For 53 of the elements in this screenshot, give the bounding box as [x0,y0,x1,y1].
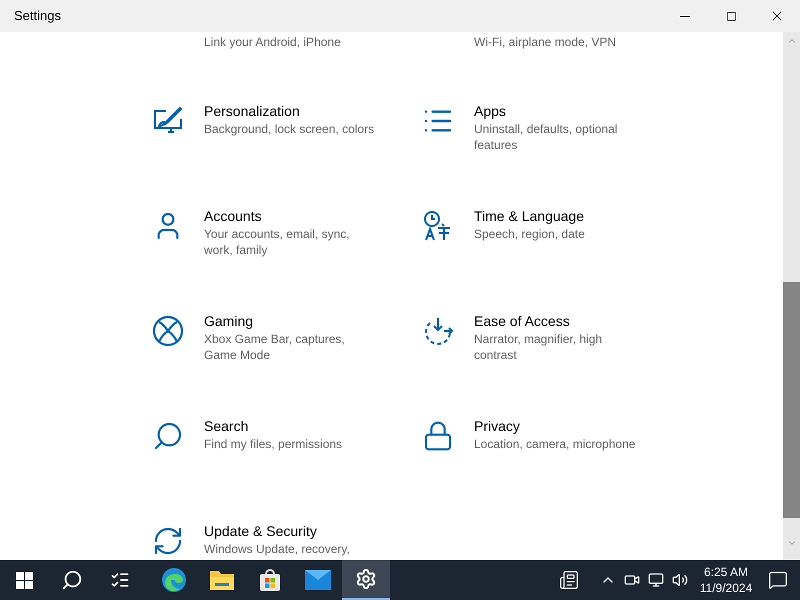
settings-category[interactable]: Ease of Access Narrator, magnifier, high contrast [422,315,682,363]
settings-category[interactable]: Personalization Background, lock screen, colors [152,105,422,137]
envelope-icon [305,570,331,590]
refresh-icon [152,525,184,557]
clock-time: 6:25 AM [704,564,748,580]
clock-date: 11/9/2024 [700,580,752,596]
settings-category[interactable]: Privacy Location, camera, microphone [422,420,682,452]
settings-category[interactable]: Search Find my files, permissions [152,420,422,452]
setting-description: Xbox Game Bar, captures, Game Mode [204,331,346,363]
x-circle-icon [152,315,184,347]
setting-title: Apps [474,102,507,121]
setting-title: Privacy [474,417,521,436]
settings-category[interactable]: Accounts Your accounts, email, sync, work, family [152,210,422,258]
settings-category[interactable]: Update & Security Windows Update, recovery, [152,525,422,557]
windows-logo-icon [16,572,32,588]
setting-description: Find my files, permissions [204,436,344,452]
gear-icon [355,568,377,590]
search-icon [152,420,184,452]
dashed-circle-arrow-icon [422,315,454,347]
volume-icon[interactable] [672,572,688,588]
setting-description: Narrator, magnifier, high contrast [474,331,604,363]
settings-category[interactable]: Time & Language Speech, region, date [422,210,682,242]
scrollbar[interactable] [783,32,800,560]
setting-title: Search [204,417,250,436]
setting-title: Update & Security [204,522,318,541]
setting-description: Windows Update, recovery, [204,541,351,557]
setting-description: Background, lock screen, colors [204,121,376,137]
folder-icon [209,569,235,591]
news-icon[interactable] [558,570,580,590]
scrollbar-thumb[interactable] [783,282,800,518]
setting-title: Personalization [204,102,301,121]
setting-description: Location, camera, microphone [474,436,636,452]
shopping-bag-icon [258,568,282,592]
setting-title: Gaming [204,312,254,331]
setting-title: Ease of Access [474,312,571,331]
browser-wave-icon [161,567,187,593]
clock[interactable]: 6:25 AM 11/9/2024 [696,564,756,596]
setting-description: Wi-Fi, airplane mode, VPN [473,34,618,50]
setting-description: Link your Android, iPhone [203,34,342,50]
setting-description: Your accounts, email, sync, work, family [204,226,351,258]
setting-title: Accounts [204,207,263,226]
notification-icon[interactable] [768,570,788,590]
setting-description: Uninstall, defaults, optional features [474,121,618,153]
search-icon [61,569,83,591]
padlock-icon [422,420,454,452]
settings-category[interactable]: Apps Uninstall, defaults, optional features [422,105,682,153]
taskbar-button[interactable] [342,560,390,600]
network-icon[interactable] [648,572,664,588]
restore-icon [726,10,736,22]
window-title: Settings [14,7,62,26]
setting-title: Time & Language [474,207,585,226]
settings-category[interactable]: Gaming Xbox Game Bar, captures, Game Mode [152,315,422,363]
setting-description: Speech, region, date [474,226,586,242]
